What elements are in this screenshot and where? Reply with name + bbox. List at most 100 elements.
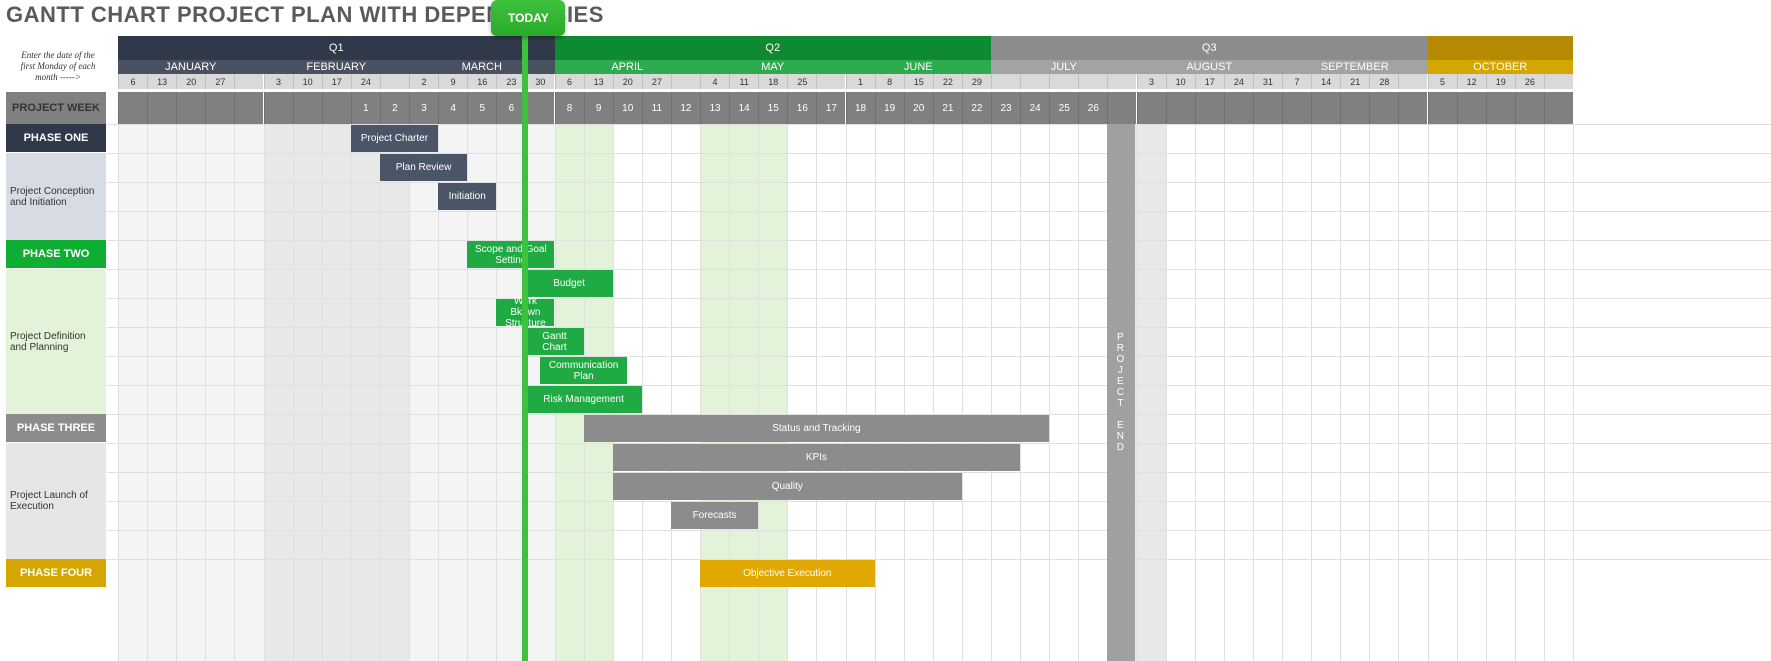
week-cell: 1 bbox=[351, 92, 380, 124]
task-bar[interactable]: Initiation bbox=[438, 183, 496, 210]
date-cell: 10 bbox=[1166, 74, 1195, 89]
week-cell: 5 bbox=[467, 92, 496, 124]
week-cell: 9 bbox=[584, 92, 613, 124]
task-bar[interactable]: Risk Management bbox=[525, 386, 641, 413]
date-cell: 3 bbox=[264, 74, 293, 89]
task-bar[interactable]: Status and Tracking bbox=[584, 415, 1050, 442]
date-cell: 30 bbox=[525, 74, 554, 89]
week-cell: 8 bbox=[555, 92, 584, 124]
date-cell: 14 bbox=[1311, 74, 1340, 89]
week-cell bbox=[118, 92, 147, 124]
task-bar[interactable]: Objective Execution bbox=[700, 560, 875, 587]
week-cell bbox=[147, 92, 176, 124]
date-cell bbox=[991, 74, 1020, 89]
date-cell: 9 bbox=[438, 74, 467, 89]
date-cell: 21 bbox=[1340, 74, 1369, 89]
project-end-column: PROJECT END bbox=[1107, 124, 1135, 661]
date-cell: 27 bbox=[205, 74, 234, 89]
week-cell: 24 bbox=[1020, 92, 1049, 124]
date-cell: 31 bbox=[1253, 74, 1282, 89]
date-cell: 6 bbox=[555, 74, 584, 89]
task-bar[interactable]: Forecasts bbox=[671, 502, 758, 529]
date-cell: 22 bbox=[933, 74, 962, 89]
week-cell bbox=[1311, 92, 1340, 124]
phase-header: PHASE FOUR bbox=[6, 559, 106, 587]
gantt-page: GANTT CHART PROJECT PLAN WITH DEPENDENCI… bbox=[0, 0, 1771, 661]
date-cell: 25 bbox=[787, 74, 816, 89]
task-bar[interactable]: KPIs bbox=[613, 444, 1020, 471]
week-cell: 20 bbox=[904, 92, 933, 124]
week-cell bbox=[1515, 92, 1544, 124]
week-cell: 16 bbox=[787, 92, 816, 124]
week-cell: 15 bbox=[758, 92, 787, 124]
month-header: AUGUST bbox=[1137, 60, 1283, 74]
month-header: APRIL bbox=[555, 60, 701, 74]
task-bar[interactable]: Project Charter bbox=[351, 125, 438, 152]
week-cell bbox=[322, 92, 351, 124]
date-cell: 12 bbox=[1457, 74, 1486, 89]
date-cell: 1 bbox=[846, 74, 875, 89]
week-cell bbox=[205, 92, 234, 124]
week-cell: 22 bbox=[962, 92, 991, 124]
date-cell: 20 bbox=[613, 74, 642, 89]
phase-sub: Project Definition and Planning bbox=[6, 269, 106, 414]
week-cell: 11 bbox=[642, 92, 671, 124]
project-week-header: PROJECT WEEK bbox=[6, 92, 106, 124]
date-cell bbox=[1049, 74, 1078, 89]
week-cell bbox=[1544, 92, 1573, 124]
date-cell: 27 bbox=[642, 74, 671, 89]
week-cell: 19 bbox=[875, 92, 904, 124]
week-cell: 3 bbox=[409, 92, 438, 124]
date-cell: 10 bbox=[293, 74, 322, 89]
date-cell: 5 bbox=[1428, 74, 1457, 89]
date-cell bbox=[1544, 74, 1573, 89]
month-header: MARCH bbox=[409, 60, 555, 74]
week-cell bbox=[1224, 92, 1253, 124]
week-cell bbox=[1340, 92, 1369, 124]
date-cell: 15 bbox=[904, 74, 933, 89]
week-cell: 18 bbox=[846, 92, 875, 124]
month-header: SEPTEMBER bbox=[1282, 60, 1428, 74]
quarter-header: Q2 bbox=[555, 36, 992, 60]
month-header: MAY bbox=[700, 60, 846, 74]
today-marker: TODAY bbox=[491, 0, 565, 36]
date-cell bbox=[1398, 74, 1427, 89]
task-bar[interactable]: Plan Review bbox=[380, 154, 467, 181]
date-cell: 23 bbox=[496, 74, 525, 89]
week-cell bbox=[1166, 92, 1195, 124]
week-cell bbox=[1369, 92, 1398, 124]
task-bar[interactable]: Gantt Chart bbox=[525, 328, 583, 355]
week-cell: 6 bbox=[496, 92, 525, 124]
week-cell: 14 bbox=[729, 92, 758, 124]
date-cell: 24 bbox=[351, 74, 380, 89]
date-cell bbox=[1107, 74, 1136, 89]
date-cell bbox=[380, 74, 409, 89]
date-cell: 11 bbox=[729, 74, 758, 89]
task-bar[interactable]: Quality bbox=[613, 473, 962, 500]
month-header: JANUARY bbox=[118, 60, 264, 74]
date-cell: 7 bbox=[1282, 74, 1311, 89]
week-cell: 25 bbox=[1049, 92, 1078, 124]
week-cell: 23 bbox=[991, 92, 1020, 124]
week-cell: 21 bbox=[933, 92, 962, 124]
date-cell: 17 bbox=[322, 74, 351, 89]
week-cell bbox=[1253, 92, 1282, 124]
date-cell: 17 bbox=[1195, 74, 1224, 89]
week-cell: 13 bbox=[700, 92, 729, 124]
date-cell bbox=[1020, 74, 1049, 89]
task-bar[interactable]: Communication Plan bbox=[540, 357, 627, 384]
date-cell: 29 bbox=[962, 74, 991, 89]
week-cell bbox=[525, 92, 554, 124]
week-cell bbox=[1428, 92, 1457, 124]
week-cell: 17 bbox=[816, 92, 845, 124]
week-cell bbox=[1457, 92, 1486, 124]
task-bar[interactable]: Budget bbox=[525, 270, 612, 297]
month-header: JULY bbox=[991, 60, 1137, 74]
date-cell: 28 bbox=[1369, 74, 1398, 89]
task-bar[interactable]: Scope and Goal Setting bbox=[467, 241, 554, 268]
quarter-header bbox=[1428, 36, 1574, 60]
week-cell: 10 bbox=[613, 92, 642, 124]
week-cell bbox=[1282, 92, 1311, 124]
quarter-header: Q3 bbox=[991, 36, 1428, 60]
date-cell bbox=[816, 74, 845, 89]
